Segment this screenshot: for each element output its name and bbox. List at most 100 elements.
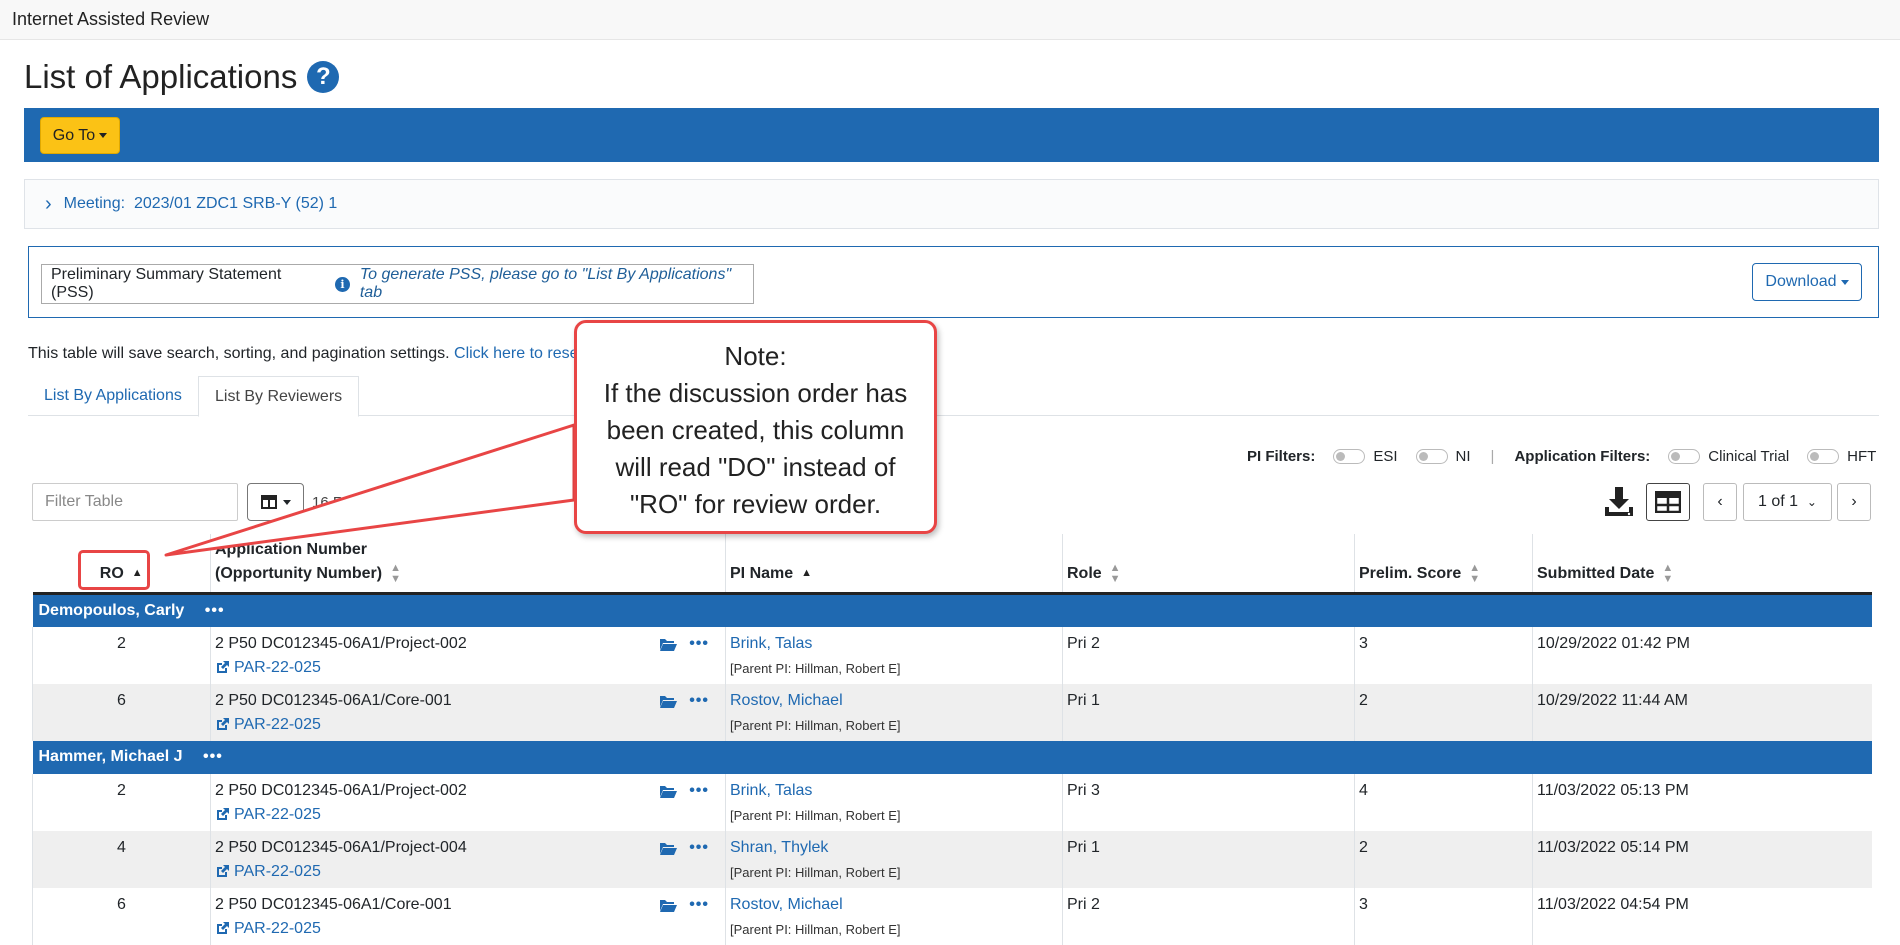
- chevron-down-icon: ⌄: [1806, 495, 1817, 509]
- role-cell: Pri 3: [1062, 773, 1355, 831]
- chevron-right-icon: ›: [45, 192, 52, 215]
- ro-cell: 2: [32, 773, 211, 831]
- prev-page-button[interactable]: ‹: [1703, 483, 1737, 521]
- table-row: 2 2 P50 DC012345-06A1/Project-002 ••• PA…: [32, 773, 1872, 831]
- parent-pi: [Parent PI: Hillman, Robert E]: [730, 807, 901, 823]
- foa-link[interactable]: PAR-22-025: [234, 659, 321, 677]
- ni-toggle[interactable]: [1415, 449, 1448, 464]
- col-pi-name[interactable]: PI Name ▲: [725, 534, 1063, 595]
- table-header-row: RO ▲ Application Number (Opportunity Numbe…: [32, 534, 1872, 595]
- col-prelim-score[interactable]: Prelim. Score ▲ ▼: [1354, 534, 1533, 595]
- more-icon[interactable]: •••: [689, 782, 709, 800]
- role-cell: Pri 1: [1062, 830, 1355, 888]
- download-button[interactable]: Download: [1752, 263, 1862, 301]
- pss-hint: To generate PSS, please go to "List By A…: [359, 266, 732, 301]
- more-icon[interactable]: •••: [689, 635, 709, 653]
- folder-open-icon[interactable]: [659, 841, 678, 855]
- table-row: 6 2 P50 DC012345-06A1/Core-001 ••• PAR-2…: [32, 683, 1872, 741]
- hft-toggle[interactable]: [1807, 449, 1840, 464]
- filter-table-input[interactable]: Filter Table: [32, 483, 238, 521]
- record-count: 16 R: [312, 494, 344, 511]
- role-cell: Pri 1: [1062, 683, 1355, 741]
- goto-label: Go To: [52, 126, 96, 144]
- goto-button[interactable]: Go To: [40, 117, 120, 154]
- col-role-label: Role: [1067, 565, 1102, 582]
- more-icon[interactable]: •••: [203, 748, 223, 766]
- pi-name-link[interactable]: Brink, Talas: [730, 635, 1058, 653]
- reviewer-name: Hammer, Michael J: [38, 748, 183, 765]
- ni-label: NI: [1455, 448, 1471, 465]
- tab-list-by-applications[interactable]: List By Applications: [28, 376, 198, 417]
- application-cell: 2 P50 DC012345-06A1/Project-002 ••• PAR-…: [210, 626, 726, 684]
- download-label: Download: [1765, 273, 1837, 290]
- score-cell: 2: [1354, 830, 1533, 888]
- save-note-text: This table will save search, sorting, an…: [28, 345, 450, 362]
- next-page-button[interactable]: ›: [1837, 483, 1871, 521]
- clinical-trial-label: Clinical Trial: [1708, 448, 1790, 465]
- foa-link[interactable]: PAR-22-025: [234, 920, 321, 938]
- clinical-trial-toggle[interactable]: [1668, 449, 1701, 464]
- reset-settings-link[interactable]: Click here to rese: [454, 345, 579, 362]
- application-cell: 2 P50 DC012345-06A1/Project-004 ••• PAR-…: [210, 830, 726, 888]
- pi-cell: Rostov, Michael [Parent PI: Hillman, Rob…: [725, 683, 1063, 741]
- col-submitted-date[interactable]: Submitted Date ▲ ▼: [1532, 534, 1872, 595]
- page-select[interactable]: 1 of 1 ⌄: [1743, 483, 1832, 521]
- parent-pi: [Parent PI: Hillman, Robert E]: [730, 717, 901, 733]
- sort-icon: ▲ ▼: [390, 561, 401, 585]
- external-link-icon: [217, 718, 229, 730]
- caret-down-icon: [282, 499, 291, 505]
- sort-icon: ▲ ▼: [1469, 561, 1481, 585]
- application-number: 2 P50 DC012345-06A1/Project-002: [215, 634, 467, 652]
- folder-open-icon[interactable]: [659, 637, 678, 651]
- more-icon[interactable]: •••: [689, 839, 709, 857]
- note-line: If the discussion order has: [603, 378, 908, 408]
- application-cell: 2 P50 DC012345-06A1/Project-002 ••• PAR-…: [210, 773, 726, 831]
- export-download-icon[interactable]: [1603, 485, 1635, 519]
- grid-view-button[interactable]: [1646, 483, 1690, 521]
- pss-label: Preliminary Summary Statement (PSS): [51, 266, 282, 301]
- column-chooser-button[interactable]: [247, 483, 304, 521]
- meeting-label: Meeting:: [63, 195, 126, 212]
- application-number: 2 P50 DC012345-06A1/Core-001: [215, 691, 452, 709]
- score-cell: 3: [1354, 887, 1533, 945]
- folder-open-icon[interactable]: [659, 784, 678, 798]
- page-title: List of Applications: [24, 58, 298, 95]
- col-app-line2: (Opportunity Number): [215, 565, 383, 582]
- app-filters-label: Application Filters:: [1514, 448, 1651, 465]
- note-callout: Note: If the discussion order has been cre…: [574, 320, 937, 534]
- col-score-label: Prelim. Score: [1359, 565, 1462, 582]
- date-cell: 11/03/2022 04:54 PM: [1532, 887, 1872, 945]
- more-icon[interactable]: •••: [689, 692, 709, 710]
- application-number: 2 P50 DC012345-06A1/Project-002: [215, 781, 467, 799]
- tab-list-by-reviewers[interactable]: List By Reviewers: [198, 376, 360, 417]
- foa-link[interactable]: PAR-22-025: [234, 806, 321, 824]
- ro-cell: 6: [32, 683, 211, 741]
- external-link-icon: [217, 922, 229, 934]
- pi-name-link[interactable]: Shran, Thylek: [730, 839, 1058, 857]
- col-role[interactable]: Role ▲ ▼: [1062, 534, 1355, 595]
- reviewer-group-cell: Demopoulos, Carly •••: [32, 593, 1872, 627]
- pi-name-link[interactable]: Rostov, Michael: [730, 692, 1058, 710]
- col-application-number[interactable]: Application Number (Opportunity Number) ▲ ▼: [210, 534, 726, 595]
- question-circle-icon[interactable]: ?: [307, 61, 340, 93]
- application-number: 2 P50 DC012345-06A1/Core-001: [215, 895, 452, 913]
- info-icon[interactable]: i: [335, 276, 350, 292]
- table-row: 2 2 P50 DC012345-06A1/Project-002 ••• PA…: [32, 626, 1872, 684]
- more-icon[interactable]: •••: [689, 896, 709, 914]
- reviewer-group-row: Hammer, Michael J •••: [32, 740, 1872, 774]
- foa-link[interactable]: PAR-22-025: [234, 863, 321, 881]
- foa-link[interactable]: PAR-22-025: [234, 716, 321, 734]
- role-cell: Pri 2: [1062, 626, 1355, 684]
- pi-name-link[interactable]: Brink, Talas: [730, 782, 1058, 800]
- esi-toggle[interactable]: [1333, 449, 1366, 464]
- more-icon[interactable]: •••: [205, 602, 225, 620]
- reviewer-group-cell: Hammer, Michael J •••: [32, 740, 1872, 774]
- pi-cell: Brink, Talas [Parent PI: Hillman, Robert…: [725, 773, 1063, 831]
- pi-filters-label: PI Filters:: [1247, 448, 1316, 465]
- ro-cell: 6: [32, 887, 211, 945]
- col-date-label: Submitted Date: [1537, 565, 1655, 582]
- folder-open-icon[interactable]: [659, 694, 678, 708]
- pi-name-link[interactable]: Rostov, Michael: [730, 896, 1058, 914]
- meeting-accordion[interactable]: › Meeting: 2023/01 ZDC1 SRB-Y (52) 1: [24, 179, 1879, 229]
- folder-open-icon[interactable]: [659, 898, 678, 912]
